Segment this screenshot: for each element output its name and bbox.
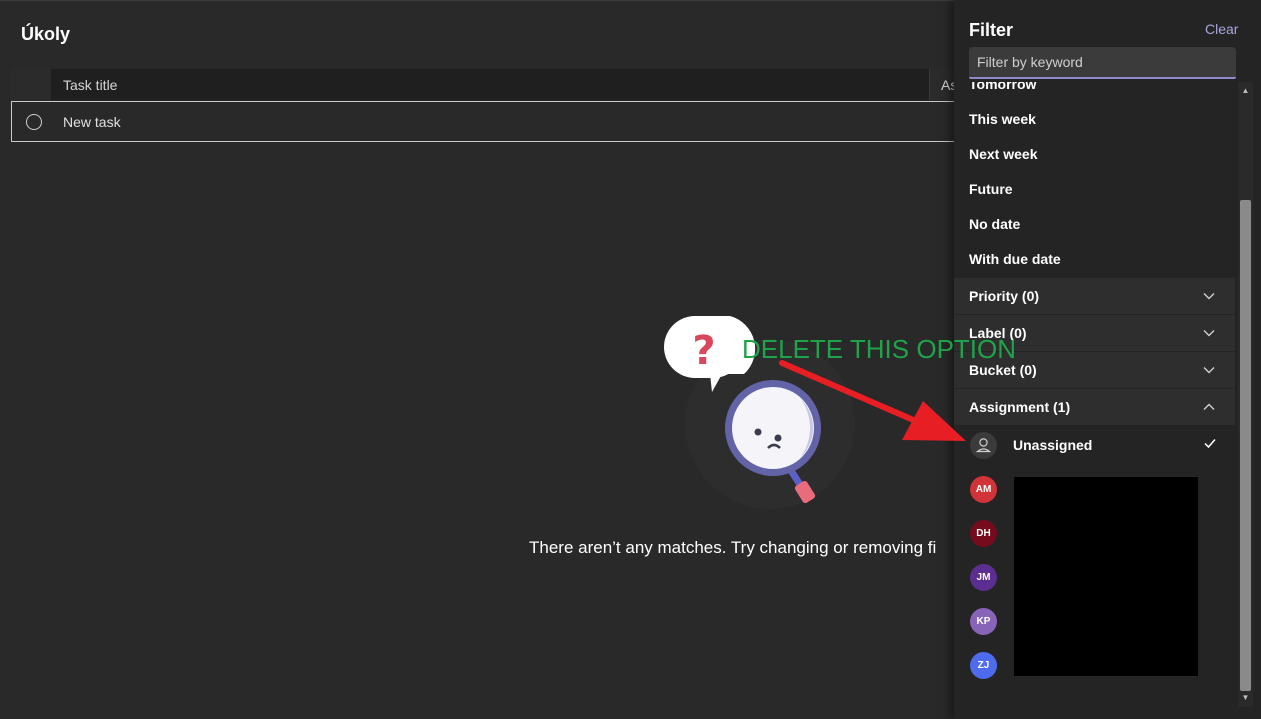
magnifier-lens: [732, 387, 814, 469]
scroll-thumb[interactable]: [1240, 200, 1251, 691]
avatar-zj[interactable]: ZJ: [970, 652, 997, 679]
new-task-row[interactable]: New task: [11, 101, 971, 142]
avatar-jm[interactable]: JM: [970, 564, 997, 591]
due-option-no-date[interactable]: No date: [969, 216, 1020, 232]
scroll-down-arrow-icon[interactable]: ▼: [1238, 693, 1253, 705]
due-option-future[interactable]: Future: [969, 181, 1013, 197]
due-option-this-week[interactable]: This week: [969, 111, 1036, 127]
checkmark-icon: [1204, 439, 1216, 449]
filter-options-list: Tomorrow This week Next week Future No d…: [954, 82, 1238, 707]
avatar-kp[interactable]: KP: [970, 608, 997, 635]
filter-scrollbar[interactable]: ▲ ▼: [1238, 82, 1253, 707]
question-mark-icon: ?: [692, 328, 715, 374]
due-option-tomorrow[interactable]: Tomorrow: [969, 82, 1036, 92]
person-icon: [970, 432, 997, 459]
due-option-next-week[interactable]: Next week: [969, 146, 1037, 162]
assignee-option-unassigned[interactable]: Unassigned: [954, 424, 1235, 468]
chevron-up-icon: [1203, 403, 1215, 410]
new-task-input[interactable]: New task: [63, 114, 121, 130]
circle-outline-icon[interactable]: [26, 114, 42, 130]
table-header: Task title As: [11, 69, 971, 100]
avatar-dh[interactable]: DH: [970, 520, 997, 547]
avatar-am[interactable]: AM: [970, 476, 997, 503]
face-eye-right: [774, 434, 782, 442]
redacted-names-block: [1014, 477, 1198, 676]
clear-filters-link[interactable]: Clear: [1205, 21, 1238, 37]
due-option-with-due-date[interactable]: With due date: [969, 251, 1061, 267]
filter-keyword-input[interactable]: [969, 47, 1236, 79]
column-header-task-title[interactable]: Task title: [63, 77, 117, 93]
filter-section-assignment[interactable]: Assignment (1): [954, 389, 1235, 425]
face-eye-left: [754, 428, 762, 436]
scroll-up-arrow-icon[interactable]: ▲: [1238, 86, 1253, 98]
unassigned-label: Unassigned: [1013, 437, 1093, 453]
header-select-all[interactable]: [11, 69, 51, 100]
chevron-down-icon: [1203, 293, 1215, 300]
top-divider: [0, 0, 960, 3]
chevron-down-icon: [1203, 330, 1215, 337]
page-title: Úkoly: [21, 24, 71, 44]
section-label: Priority (0): [969, 288, 1040, 304]
chevron-down-icon: [1203, 367, 1215, 374]
filter-section-priority[interactable]: Priority (0): [954, 278, 1235, 314]
filter-title: Filter: [969, 20, 1014, 40]
empty-state-message: There aren’t any matches. Try changing o…: [529, 538, 937, 557]
annotation-text: DELETE THIS OPTION: [742, 334, 1017, 364]
section-label: Assignment (1): [969, 399, 1071, 415]
